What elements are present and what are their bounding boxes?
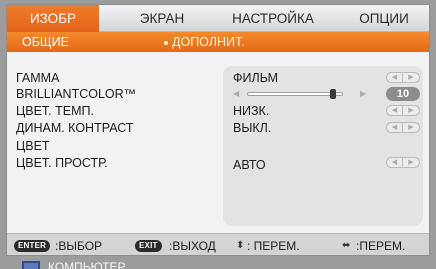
- setting-label: ДИНАМ. КОНТРАСТ: [16, 121, 134, 135]
- leftright-hint: :ПЕРЕМ.: [356, 239, 406, 253]
- exit-hint: :ВЫХОД: [169, 239, 216, 253]
- up-down-arrow-icon: ⬍: [236, 240, 245, 251]
- tab-picture[interactable]: ИЗОБР: [7, 5, 99, 32]
- setting-label: ЦВЕТ: [16, 139, 50, 153]
- right-arrow-icon[interactable]: ▶: [403, 106, 419, 115]
- brilliantcolor-slider[interactable]: [247, 92, 343, 96]
- setting-row-brilliantcolor[interactable]: BRILLIANTCOLOR™ ◀ ▶ 10: [7, 86, 429, 102]
- source-label: КОМПЬЮТЕР: [48, 260, 126, 269]
- osd-menu: ИЗОБР ЭКРАН НАСТРОЙКА ОПЦИИ ОБЩИЕ ДОПОЛН…: [6, 4, 430, 256]
- value-stepper[interactable]: ◀ ▶: [386, 157, 420, 168]
- setting-value: АВТО: [233, 158, 266, 172]
- updown-hint: : ПЕРЕМ.: [247, 239, 300, 253]
- setting-row-color[interactable]: ЦВЕТ: [7, 138, 429, 154]
- setting-label: ЦВЕТ. ТЕМП.: [16, 104, 94, 118]
- active-indicator-dot: [164, 41, 168, 45]
- left-right-arrow-icon: ⬌: [342, 240, 351, 251]
- value-stepper[interactable]: ◀ ▶: [386, 105, 420, 116]
- setting-row-gamma[interactable]: ГАММА ФИЛЬМ ◀ ▶: [7, 70, 429, 86]
- slider-knob[interactable]: [330, 89, 337, 99]
- setting-value: ВЫКЛ.: [233, 121, 272, 135]
- left-arrow-icon[interactable]: ◀: [387, 123, 403, 132]
- setting-label: BRILLIANTCOLOR™: [16, 87, 137, 101]
- setting-value: НИЗК.: [233, 104, 270, 118]
- sub-tab-bar: ОБЩИЕ ДОПОЛНИТ.: [7, 32, 429, 52]
- setting-label: ГАММА: [16, 71, 60, 85]
- tab-options[interactable]: ОПЦИИ: [345, 5, 423, 32]
- slider-value-badge: 10: [386, 87, 420, 101]
- value-stepper[interactable]: ◀ ▶: [386, 72, 420, 83]
- right-arrow-icon[interactable]: ▶: [403, 158, 419, 167]
- slider-left-arrow-icon[interactable]: ◀: [233, 89, 239, 99]
- settings-area: ГАММА ФИЛЬМ ◀ ▶ BRILLIANTCOLOR™ ◀ ▶ 10 Ц…: [7, 52, 429, 233]
- setting-row-color-space[interactable]: ЦВЕТ. ПРОСТР. АВТО ◀ ▶: [7, 155, 429, 172]
- left-arrow-icon[interactable]: ◀: [387, 73, 403, 82]
- subtab-general[interactable]: ОБЩИЕ: [22, 32, 69, 52]
- value-stepper[interactable]: ◀ ▶: [386, 122, 420, 133]
- enter-key-badge: ENTER: [14, 240, 51, 252]
- right-arrow-icon[interactable]: ▶: [403, 123, 419, 132]
- left-arrow-icon[interactable]: ◀: [387, 106, 403, 115]
- tab-screen[interactable]: ЭКРАН: [127, 5, 197, 32]
- left-arrow-icon[interactable]: ◀: [387, 158, 403, 167]
- setting-label: ЦВЕТ. ПРОСТР.: [16, 156, 108, 170]
- computer-monitor-icon: [22, 261, 40, 269]
- source-bar: КОМПЬЮТЕР: [0, 256, 436, 269]
- setting-row-dynamic-contrast[interactable]: ДИНАМ. КОНТРАСТ ВЫКЛ. ◀ ▶: [7, 120, 429, 136]
- main-tab-bar: ИЗОБР ЭКРАН НАСТРОЙКА ОПЦИИ: [7, 5, 429, 32]
- right-arrow-icon[interactable]: ▶: [403, 73, 419, 82]
- exit-key-badge: EXIT: [135, 240, 162, 252]
- setting-value: ФИЛЬМ: [233, 71, 279, 85]
- setting-row-color-temp[interactable]: ЦВЕТ. ТЕМП. НИЗК. ◀ ▶: [7, 103, 429, 119]
- enter-hint: :ВЫБОР: [55, 239, 103, 253]
- tab-setup[interactable]: НАСТРОЙКА: [219, 5, 327, 32]
- help-bar: ENTER :ВЫБОР EXIT :ВЫХОД ⬍ : ПЕРЕМ. ⬌ :П…: [7, 233, 429, 255]
- slider-right-arrow-icon[interactable]: ▶: [360, 89, 366, 99]
- subtab-advanced[interactable]: ДОПОЛНИТ.: [172, 32, 245, 52]
